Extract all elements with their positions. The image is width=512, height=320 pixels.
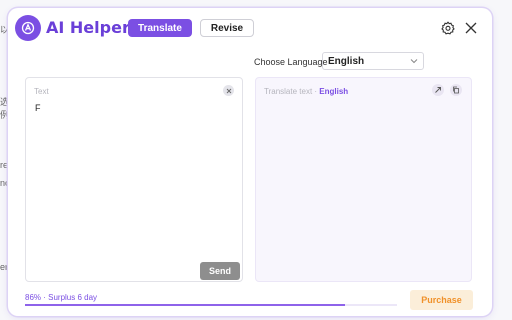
source-text-box[interactable]: Text F Send <box>25 77 243 282</box>
header: AI Helper Translate Revise <box>8 8 492 48</box>
language-select[interactable]: English <box>322 52 424 70</box>
app-title: AI Helper <box>46 18 130 37</box>
purchase-button[interactable]: Purchase <box>410 290 473 310</box>
output-placeholder: Translate text · English <box>264 87 348 96</box>
language-selected-value: English <box>328 55 365 67</box>
translation-output-box: Translate text · English <box>255 77 472 282</box>
language-label: Choose Language <box>254 57 328 67</box>
chevron-down-icon <box>410 57 418 68</box>
usage-text: 86% · Surplus 6 day <box>25 293 98 302</box>
usage-progress-fill <box>25 304 345 306</box>
background-fragment: er <box>0 262 9 272</box>
close-icon[interactable] <box>463 20 479 36</box>
background-fragment: re <box>0 160 9 170</box>
app-logo-icon <box>15 15 41 41</box>
ai-helper-panel: AI Helper Translate Revise Choose Langua… <box>8 8 492 316</box>
share-icon[interactable] <box>432 84 444 96</box>
send-button[interactable]: Send <box>200 262 240 280</box>
tab-translate[interactable]: Translate <box>128 19 192 37</box>
clear-icon[interactable] <box>223 85 234 96</box>
usage-progress-bar <box>25 304 397 306</box>
tab-revise[interactable]: Revise <box>200 19 254 37</box>
output-placeholder-text: Translate text · <box>264 87 320 96</box>
gear-icon[interactable] <box>440 20 456 36</box>
copy-icon[interactable] <box>450 84 462 96</box>
input-placeholder: Text <box>34 87 49 96</box>
input-value: F <box>35 103 41 113</box>
output-target-language: English <box>319 87 349 96</box>
